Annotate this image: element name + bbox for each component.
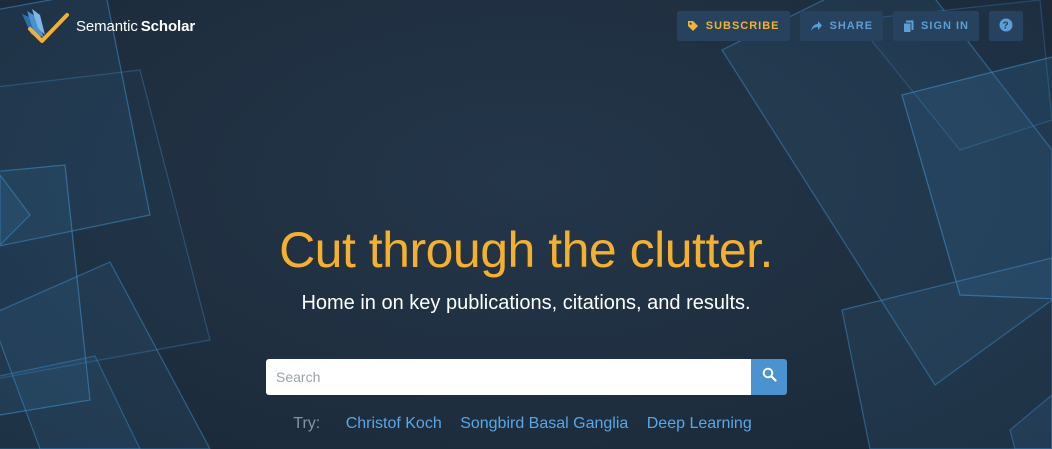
share-label: SHARE	[829, 20, 874, 32]
subscribe-label: SUBSCRIBE	[705, 20, 780, 32]
search-bar	[266, 359, 787, 395]
try-label: Try:	[293, 415, 321, 432]
search-button[interactable]	[751, 359, 787, 395]
hero: Cut through the clutter. Home in on key …	[0, 218, 1052, 315]
book-check-icon	[22, 9, 69, 43]
try-link-songbird-basal-ganglia[interactable]: Songbird Basal Ganglia	[460, 415, 628, 432]
share-arrow-icon	[810, 20, 823, 32]
svg-text:?: ?	[1002, 20, 1009, 31]
logo[interactable]: Semantic Scholar	[20, 8, 195, 44]
top-nav: SUBSCRIBE SHARE SIGN IN ?	[676, 11, 1023, 41]
try-suggestions: Try: Christof Koch Songbird Basal Gangli…	[0, 415, 1052, 433]
search-icon	[762, 367, 777, 387]
hero-headline: Cut through the clutter.	[279, 222, 773, 278]
logo-name-regular: Semantic	[76, 17, 138, 35]
subscribe-button[interactable]: SUBSCRIBE	[676, 11, 790, 41]
logo-text: Semantic Scholar	[76, 18, 195, 35]
sign-in-button[interactable]: SIGN IN	[893, 11, 979, 41]
document-icon	[903, 20, 914, 33]
help-button[interactable]: ?	[989, 11, 1023, 41]
search-input[interactable]	[266, 359, 751, 395]
sign-in-label: SIGN IN	[921, 20, 969, 32]
tag-icon	[687, 20, 699, 32]
question-icon: ?	[999, 18, 1013, 35]
hero-subheadline: Home in on key publications, citations, …	[301, 292, 751, 314]
try-link-christof-koch[interactable]: Christof Koch	[346, 415, 442, 432]
try-link-deep-learning[interactable]: Deep Learning	[647, 415, 752, 432]
logo-name-bold: Scholar	[140, 17, 196, 35]
share-button[interactable]: SHARE	[799, 11, 884, 41]
